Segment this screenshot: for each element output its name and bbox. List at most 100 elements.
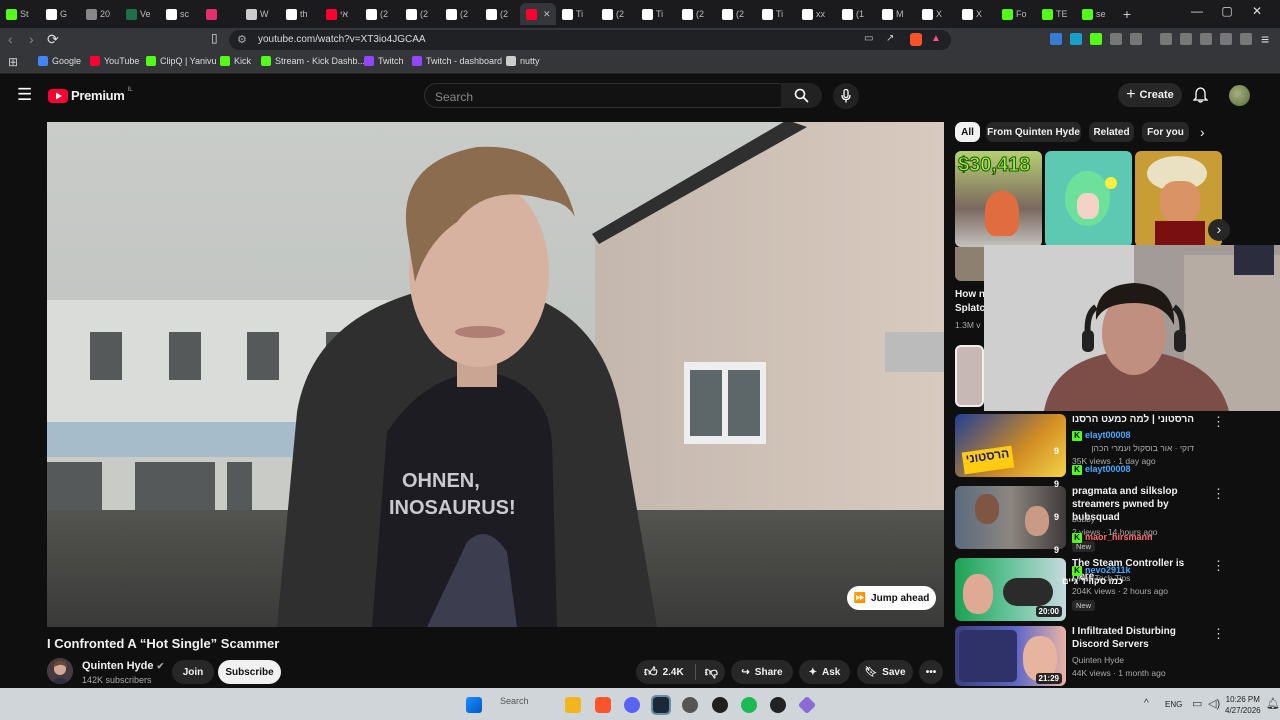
recommendation-channel[interactable]: bubby bbox=[1072, 514, 1095, 524]
url-text[interactable]: youtube.com/watch?v=XT3io4JGCAA bbox=[258, 34, 426, 45]
bookmark-icon[interactable]: ▯ bbox=[211, 31, 218, 45]
like-count[interactable]: 2.4K bbox=[663, 667, 684, 678]
youtube-premium-logo[interactable]: Premium IL bbox=[48, 87, 133, 103]
extension-icon[interactable] bbox=[1050, 33, 1062, 45]
network-icon[interactable]: ▭ bbox=[1192, 697, 1202, 710]
recommendation-title[interactable]: הרסטוני | למה כמעט הרסנו את ש bbox=[1072, 413, 1194, 426]
more-options-icon[interactable]: ⋮ bbox=[1212, 626, 1225, 642]
shorts-thumbnail[interactable] bbox=[1045, 151, 1132, 247]
bookmark-item[interactable]: Kick bbox=[220, 56, 251, 66]
browser-tab[interactable]: ✕ bbox=[520, 3, 556, 25]
channel-name-text[interactable]: Quinten Hyde bbox=[82, 660, 154, 672]
recommendation-channel[interactable]: דוקי · אור בוסקול ועמרי הכהן bbox=[1072, 443, 1194, 453]
browser-tab[interactable]: Fo bbox=[996, 3, 1036, 25]
browser-tab[interactable]: Ti bbox=[556, 3, 596, 25]
browser-tab[interactable]: (2 bbox=[716, 3, 756, 25]
browser-tab[interactable]: W bbox=[240, 3, 280, 25]
recommendation-thumbnail[interactable]: 21:29 bbox=[955, 626, 1066, 686]
close-tab-icon[interactable]: ✕ bbox=[543, 9, 551, 20]
browser-tab[interactable]: (2 bbox=[480, 3, 520, 25]
chip-all[interactable]: All bbox=[955, 122, 980, 142]
browser-tab[interactable] bbox=[200, 3, 240, 25]
menu-icon[interactable]: ≡ bbox=[1261, 31, 1269, 47]
close-window-icon[interactable]: ✕ bbox=[1242, 4, 1272, 18]
browser-tab[interactable]: St bbox=[0, 3, 40, 25]
account-avatar[interactable] bbox=[1229, 85, 1250, 106]
media-icon[interactable] bbox=[1160, 33, 1172, 45]
more-options-icon[interactable]: ⋮ bbox=[1212, 486, 1225, 502]
app-icon[interactable] bbox=[770, 697, 786, 713]
bookmark-item[interactable]: Google bbox=[38, 56, 81, 66]
video-player[interactable]: OHNEN, INOSAURUS! bbox=[47, 122, 944, 627]
brave-shields-icon[interactable] bbox=[910, 33, 922, 46]
tray-overflow-icon[interactable]: ^ bbox=[1144, 698, 1149, 709]
browser-tab[interactable]: se bbox=[1076, 3, 1116, 25]
bookmark-item[interactable]: nutty bbox=[506, 56, 540, 66]
recommendation-thumbnail[interactable] bbox=[955, 486, 1066, 549]
create-button[interactable]: + Create bbox=[1118, 83, 1182, 107]
more-options-icon[interactable]: ⋮ bbox=[1212, 558, 1225, 574]
taskbar-search[interactable]: Search bbox=[500, 696, 529, 706]
playlist-thumbnail[interactable] bbox=[955, 345, 984, 407]
search-input[interactable]: Search bbox=[424, 83, 782, 108]
sidebar-icon[interactable] bbox=[1180, 33, 1192, 45]
browser-tab[interactable]: Ti bbox=[636, 3, 676, 25]
cast-icon[interactable]: ▭ bbox=[864, 33, 873, 44]
browser-tab[interactable]: (1 bbox=[836, 3, 876, 25]
file-explorer-icon[interactable] bbox=[565, 697, 581, 713]
chip-from-channel[interactable]: From Quinten Hyde bbox=[986, 122, 1081, 142]
ask-button[interactable]: ✦ Ask bbox=[799, 660, 850, 684]
browser-tab[interactable]: G bbox=[40, 3, 80, 25]
browser-tab[interactable]: (2 bbox=[400, 3, 440, 25]
forward-icon[interactable]: › bbox=[29, 31, 34, 47]
recommendation-thumbnail[interactable]: הרסטוני bbox=[955, 414, 1066, 477]
apps-grid-icon[interactable]: ⊞ bbox=[8, 55, 18, 69]
join-button[interactable]: Join bbox=[172, 660, 214, 684]
volume-icon[interactable]: ◁) bbox=[1208, 697, 1220, 710]
discord-icon[interactable] bbox=[624, 697, 640, 713]
browser-tab[interactable]: X bbox=[916, 3, 956, 25]
subscribe-button[interactable]: Subscribe bbox=[218, 660, 281, 684]
shelf-next-button[interactable]: › bbox=[1208, 219, 1230, 241]
browser-tab[interactable]: (2 bbox=[676, 3, 716, 25]
jump-ahead-button[interactable]: ⏩ Jump ahead bbox=[847, 586, 936, 610]
search-button[interactable] bbox=[781, 83, 822, 108]
wallet-icon[interactable] bbox=[1200, 33, 1212, 45]
browser-tab[interactable]: Ti bbox=[756, 3, 796, 25]
shorts-title[interactable]: How n bbox=[955, 288, 984, 301]
site-info-icon[interactable]: ⚙ bbox=[237, 33, 247, 46]
hamburger-menu-icon[interactable]: ☰ bbox=[17, 85, 32, 105]
browser-tab[interactable]: (2 bbox=[596, 3, 636, 25]
notifications-bell-icon[interactable] bbox=[1193, 87, 1208, 103]
bookmark-item[interactable]: Stream - Kick Dashb... bbox=[261, 56, 365, 66]
like-icon[interactable]: 👍︎ bbox=[644, 664, 658, 680]
brave-rewards-icon[interactable]: ▲ bbox=[931, 33, 941, 44]
vpn-icon[interactable] bbox=[1240, 33, 1252, 45]
steam-icon[interactable] bbox=[651, 695, 671, 715]
shorts-title[interactable]: Splatc bbox=[955, 302, 984, 315]
chip-for-you[interactable]: For you bbox=[1142, 122, 1189, 142]
reload-icon[interactable]: ⟳ bbox=[47, 31, 59, 48]
bookmark-item[interactable]: Twitch - dashboard bbox=[412, 56, 502, 66]
chip-related[interactable]: Related bbox=[1089, 122, 1134, 142]
browser-tab[interactable]: (2 bbox=[360, 3, 400, 25]
bookmark-item[interactable]: YouTube bbox=[90, 56, 139, 66]
browser-tab[interactable]: sc bbox=[160, 3, 200, 25]
back-icon[interactable]: ‹ bbox=[8, 31, 13, 47]
extension-icon[interactable] bbox=[1090, 33, 1102, 45]
brave-browser-icon[interactable] bbox=[595, 697, 611, 713]
extension-icon[interactable] bbox=[1070, 33, 1082, 45]
browser-tab[interactable]: M bbox=[876, 3, 916, 25]
channel-avatar[interactable] bbox=[47, 658, 73, 684]
chips-next-icon[interactable]: › bbox=[1200, 124, 1205, 140]
leo-ai-icon[interactable] bbox=[1220, 33, 1232, 45]
voice-search-button[interactable] bbox=[833, 83, 859, 109]
recommendation-thumbnail[interactable]: 20:00 bbox=[955, 558, 1066, 621]
browser-tab[interactable]: Ve bbox=[120, 3, 160, 25]
more-actions-button[interactable]: ••• bbox=[919, 660, 943, 684]
browser-tab[interactable]: X bbox=[956, 3, 996, 25]
extensions-puzzle-icon[interactable] bbox=[1110, 33, 1122, 45]
recommendation-title[interactable]: I Infiltrated Disturbing Discord Servers bbox=[1072, 625, 1207, 651]
settings-gear-icon[interactable] bbox=[682, 697, 698, 713]
bookmark-item[interactable]: ClipQ | Yanivu bbox=[146, 56, 217, 66]
